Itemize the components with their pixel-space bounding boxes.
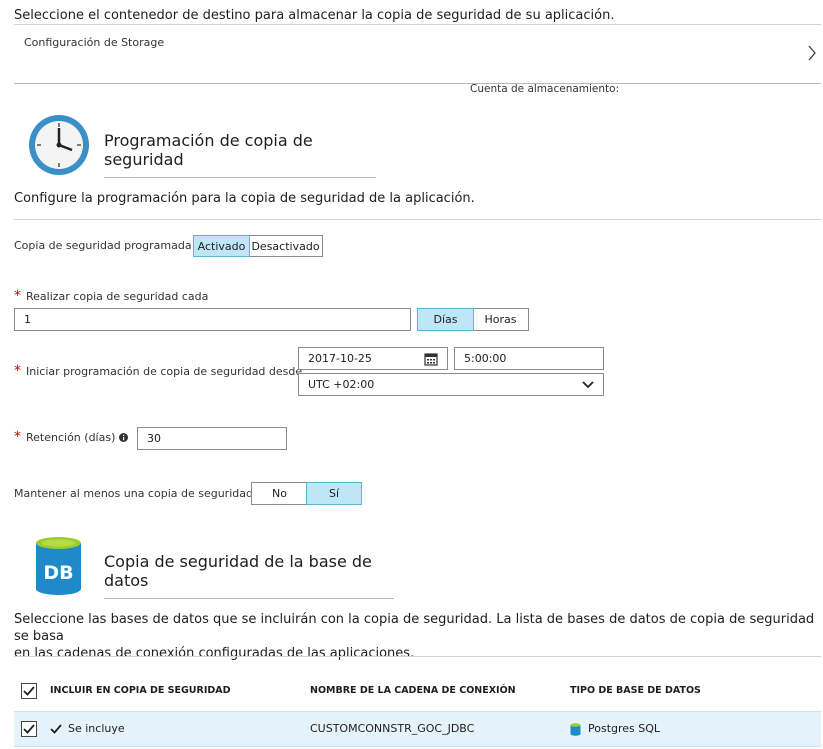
scheduled-backup-label: Copia de seguridad programada <box>14 239 192 252</box>
schedule-title: Programación de copia de seguridad <box>104 131 376 178</box>
chevron-right-icon <box>808 45 816 61</box>
info-icon[interactable] <box>119 432 129 442</box>
backup-every-input[interactable]: 1 <box>14 308 411 331</box>
check-icon <box>23 686 35 696</box>
start-schedule-text: Iniciar programación de copia de segurid… <box>26 364 303 378</box>
keep-one-backup-label: Mantener al menos una copia de seguridad <box>14 487 253 500</box>
keep-no-button[interactable]: No <box>252 483 307 504</box>
backup-every-label: * Realizar copia de seguridad cada <box>14 288 208 304</box>
retention-label: * Retención (días) <box>14 429 129 445</box>
divider <box>14 656 821 657</box>
row-checkbox[interactable] <box>21 721 37 737</box>
start-date-value: 2017-10-25 <box>308 352 372 365</box>
included-check-icon <box>50 724 62 734</box>
chevron-down-icon <box>582 380 594 388</box>
table-row[interactable]: Se incluye CUSTOMCONNSTR_GOC_JDBC Postgr… <box>14 711 821 747</box>
database-icon-text: DB <box>43 562 73 584</box>
unit-hours-button[interactable]: Horas <box>473 309 528 330</box>
retention-text: Retención (días) <box>26 430 116 444</box>
required-mark: * <box>14 288 21 304</box>
column-header-include[interactable]: INCLUIR EN COPIA DE SEGURIDAD <box>50 685 231 696</box>
database-icon: DB <box>36 537 81 595</box>
required-mark: * <box>14 429 21 445</box>
retention-input[interactable]: 30 <box>137 427 287 450</box>
database-description-line: en las cadenas de conexión configuradas … <box>14 646 415 661</box>
clock-icon <box>29 115 89 175</box>
database-description-line: Seleccione las bases de datos que se inc… <box>14 612 815 644</box>
divider <box>14 219 821 220</box>
select-all-checkbox[interactable] <box>21 683 37 699</box>
timezone-select[interactable]: UTC +02:00 <box>298 373 604 396</box>
start-schedule-label: * Iniciar programación de copia de segur… <box>14 363 302 379</box>
postgres-icon <box>570 723 581 736</box>
keep-yes-button[interactable]: Sí <box>306 482 362 505</box>
connection-name: CUSTOMCONNSTR_GOC_JDBC <box>310 722 475 735</box>
schedule-description: Configure la programación para la copia … <box>14 191 475 206</box>
calendar-icon[interactable] <box>424 352 438 366</box>
backup-unit-toggle: Días Horas <box>417 308 529 331</box>
storage-settings-row[interactable]: Configuración de Storage <box>14 24 821 84</box>
keep-one-backup-toggle: No Sí <box>251 482 362 505</box>
timezone-value: UTC +02:00 <box>308 378 375 391</box>
intro-text: Seleccione el contenedor de destino para… <box>14 8 615 23</box>
scheduled-off-button[interactable]: Desactivado <box>249 236 322 256</box>
column-header-type[interactable]: TIPO DE BASE DE DATOS <box>570 685 701 696</box>
backup-every-text: Realizar copia de seguridad cada <box>26 289 209 303</box>
column-header-connection[interactable]: NOMBRE DE LA CADENA DE CONEXIÓN <box>310 685 516 696</box>
storage-settings-label: Configuración de Storage <box>24 36 165 49</box>
start-date-input[interactable]: 2017-10-25 <box>298 347 448 370</box>
required-mark: * <box>14 363 21 379</box>
storage-account-label: Cuenta de almacenamiento: <box>470 83 620 95</box>
include-status: Se incluye <box>68 722 125 735</box>
check-icon <box>23 724 35 734</box>
scheduled-on-button[interactable]: Activado <box>193 235 250 257</box>
database-description: Seleccione las bases de datos que se inc… <box>14 611 823 662</box>
database-title: Copia de seguridad de la base de datos <box>104 552 394 599</box>
unit-days-button[interactable]: Días <box>417 308 474 331</box>
database-type: Postgres SQL <box>588 722 661 735</box>
scheduled-backup-toggle: Activado Desactivado <box>193 235 323 257</box>
start-time-input[interactable]: 5:00:00 <box>454 347 604 370</box>
